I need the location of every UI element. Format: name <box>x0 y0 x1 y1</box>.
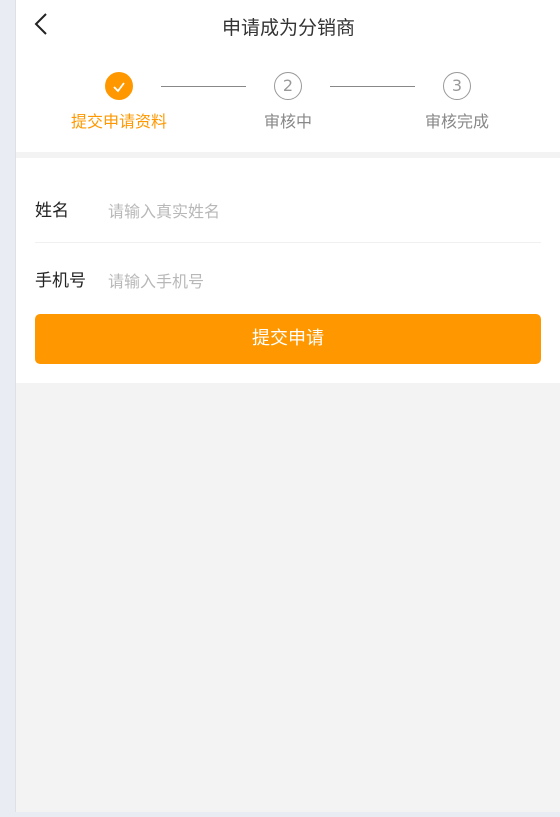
check-icon <box>113 82 125 93</box>
step-1-label: 提交申请资料 <box>70 112 168 131</box>
page: 申请成为分销商 2 3 提交申请资料 审核中 审核完成 姓名 手机号 提交申请 <box>15 0 560 812</box>
page-title: 申请成为分销商 <box>221 17 355 39</box>
name-label: 姓名 <box>35 201 69 221</box>
name-row: 姓名 <box>35 182 541 243</box>
header: 申请成为分销商 2 3 提交申请资料 审核中 审核完成 <box>16 0 560 152</box>
step-2-indicator: 2 <box>274 72 302 100</box>
phone-label: 手机号 <box>35 271 86 291</box>
step-connector-1 <box>161 86 246 87</box>
step-connector-2 <box>330 86 415 87</box>
phone-input[interactable] <box>108 266 508 296</box>
phone-row: 手机号 <box>35 252 541 312</box>
step-1-indicator <box>105 72 133 100</box>
step-3-indicator: 3 <box>443 72 471 100</box>
application-form: 姓名 手机号 提交申请 <box>16 158 560 383</box>
submit-button[interactable]: 提交申请 <box>35 314 541 364</box>
step-3-label: 审核完成 <box>424 112 490 131</box>
step-2-label: 审核中 <box>263 112 313 131</box>
name-input[interactable] <box>108 196 508 226</box>
